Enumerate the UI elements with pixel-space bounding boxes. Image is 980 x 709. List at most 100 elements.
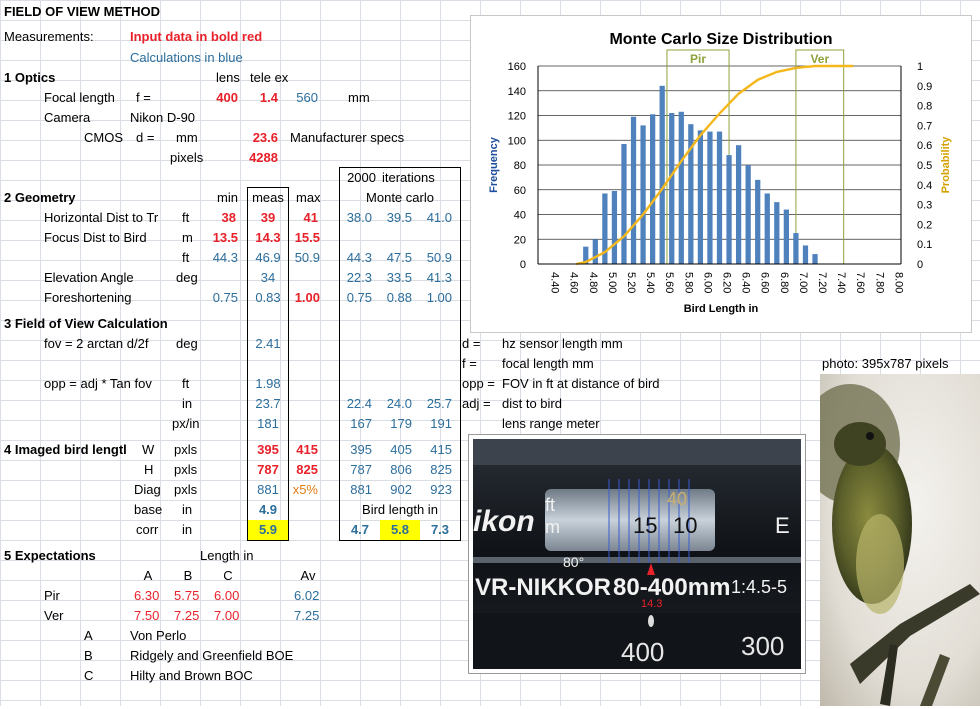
x-tick-label: 5.00 (606, 272, 618, 293)
geo-label-4: Foreshortening (44, 290, 132, 305)
frequency-bar (735, 145, 742, 264)
lens-80-marker: 80° (563, 554, 584, 570)
band-ver (795, 49, 845, 265)
lens-ft-label: ft (545, 495, 555, 515)
diag-unit: pxls (174, 482, 198, 497)
lens-aperture-text: 1:4.5-5 (731, 577, 787, 597)
lens-zoom-400: 400 (621, 637, 664, 667)
focal-lens[interactable]: 400 (200, 88, 238, 108)
x-tick-label: 6.00 (701, 272, 713, 293)
h-unit: pxls (174, 462, 198, 477)
focal-tele[interactable]: 1.4 (240, 88, 278, 108)
x-tick-label: 7.60 (854, 272, 866, 293)
opp-formula: opp = adj * Tan fov (44, 376, 152, 391)
chart-title: Monte Carlo Size Distribution (609, 31, 832, 48)
geo-min-0[interactable]: 38 (200, 208, 236, 228)
x-tick-label: 4.60 (568, 272, 580, 293)
y-tick-label: 80 (514, 160, 526, 172)
y2-tick-label: 1 (917, 61, 923, 73)
band-label-pir: Pir (690, 52, 706, 66)
y-axis-label: Frequency (488, 136, 500, 193)
ver-av: 7.25 (294, 608, 320, 623)
ref-text-a: Von Perlo (130, 628, 187, 643)
pir-b[interactable]: 5.75 (174, 586, 199, 606)
optics-heading: 1 Optics (4, 70, 56, 85)
focal-unit: mm (348, 90, 370, 105)
pir-c[interactable]: 6.00 (214, 586, 239, 606)
frequency-bar (621, 143, 627, 264)
meas-column-box (247, 187, 289, 541)
monte-carlo-chart[interactable]: Monte Carlo Size Distribution 0 20 40 60 80 10… (470, 15, 972, 333)
cmos-note: Manufacturer specs (290, 130, 405, 145)
expect-col-b: B (183, 568, 193, 583)
fov-formula: fov = 2 arctan d/2f (44, 336, 149, 351)
focal-sym: f = (136, 90, 151, 105)
opp-unit-ft: ft (182, 376, 190, 391)
cmos-value[interactable]: 23.6 (240, 128, 278, 148)
y-tick-label: 100 (508, 135, 526, 147)
ver-b[interactable]: 7.25 (174, 606, 199, 626)
def-text-lens: lens range meter (502, 416, 600, 431)
x-tick-label: 7.80 (873, 272, 885, 293)
col-tele: tele ex (250, 70, 289, 85)
def-key-adj: adj = (462, 396, 491, 411)
pir-a[interactable]: 6.30 (134, 586, 159, 606)
fov-unit: deg (176, 336, 198, 351)
y-tick-label: 0 (520, 259, 526, 271)
frequency-bar (640, 125, 646, 265)
frequency-bar (783, 209, 789, 264)
lens-e-text: E (775, 513, 790, 538)
ref-key-a: A (84, 628, 93, 643)
camera-value[interactable]: Nikon D-90 (130, 108, 195, 128)
geo-min-1[interactable]: 13.5 (200, 228, 238, 248)
pir-av: 6.02 (294, 588, 320, 603)
def-key-f: f = (462, 356, 477, 371)
frequency-bar (812, 254, 818, 264)
def-key-opp: opp = (462, 376, 495, 391)
frequency-bar (659, 85, 665, 264)
ver-a[interactable]: 7.50 (134, 606, 159, 626)
x-tick-label: 6.80 (778, 272, 790, 293)
fov-heading: 3 Field of View Calculation (4, 316, 168, 331)
frequency-bar (630, 116, 637, 264)
def-text-f: focal length mm (502, 356, 594, 371)
lens-zoom-300: 300 (741, 631, 784, 661)
frequency-bar (697, 130, 704, 264)
geo-min-2: 44.3 (212, 250, 238, 265)
legend-input: Input data in bold red (130, 29, 263, 44)
focal-total[interactable]: 560 (280, 88, 318, 108)
corr-label: corr (136, 522, 159, 537)
y2-tick-label: 0.6 (917, 140, 932, 152)
expect-col-a: A (143, 568, 153, 583)
y2-tick-label: 0.8 (917, 101, 932, 113)
frequency-bar (669, 113, 675, 265)
geo-label-3: Elevation Angle (44, 270, 134, 285)
pixels-value[interactable]: 4288 (240, 148, 278, 168)
x-tick-label: 5.20 (625, 272, 637, 293)
col-max: max (296, 190, 321, 205)
lens-dist-40: 40 (667, 489, 687, 509)
x-axis-label: Bird Length in (684, 303, 759, 315)
expect-col-c: C (223, 568, 233, 583)
pixels-label: pixels (170, 150, 204, 165)
pxin-unit: px/in (172, 416, 200, 431)
lens-zoom-text: 80-400mm (613, 574, 730, 601)
band-label-ver: Ver (810, 52, 829, 66)
x-tick-label: 7.00 (797, 272, 809, 293)
geo-label-0: Horizontal Dist to Tr (44, 210, 159, 225)
x-tick-label: 6.20 (721, 272, 733, 293)
frequency-bar (592, 239, 598, 264)
geo-min-4: 0.75 (212, 290, 238, 305)
ver-c[interactable]: 7.00 (214, 606, 239, 626)
frequency-bar (611, 190, 618, 264)
x-tick-label: 5.80 (682, 272, 694, 293)
col-lens: lens (216, 70, 240, 85)
frequency-bar (650, 114, 656, 264)
y-tick-label: 120 (508, 111, 526, 123)
x-tick-label: 4.80 (587, 272, 599, 293)
ref-text-c: Hilty and Brown BOC (130, 668, 253, 683)
cmos-sym: d = (136, 130, 155, 145)
diag-label: Diag (134, 482, 161, 497)
lens-brand-text: ikon (473, 505, 535, 538)
cmos-unit: mm (176, 130, 198, 145)
